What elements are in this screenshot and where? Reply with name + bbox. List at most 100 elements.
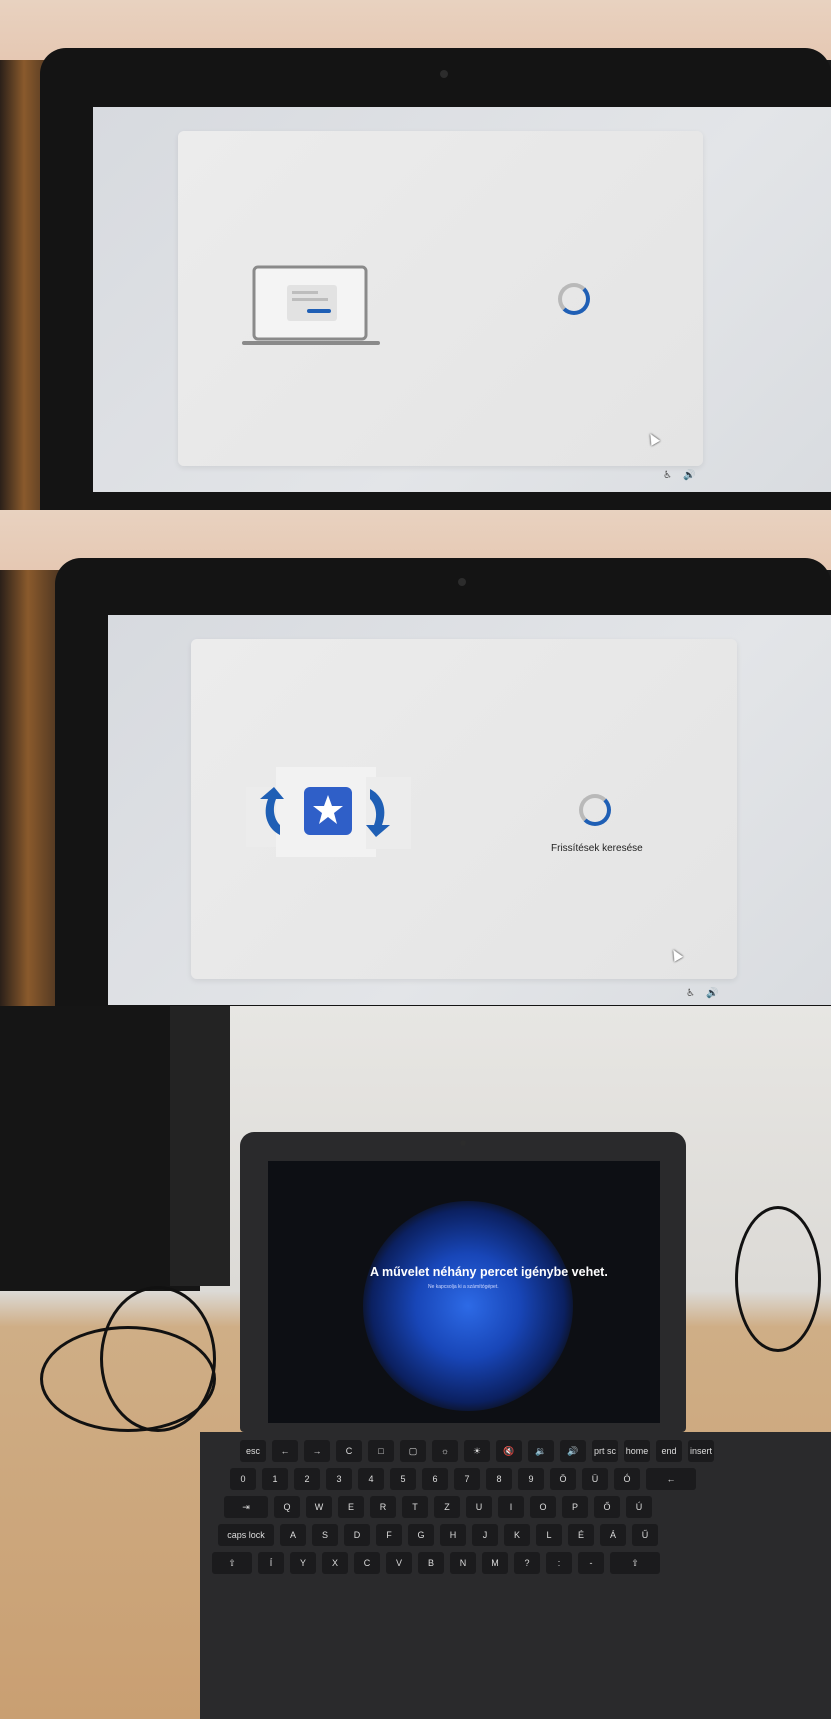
progress-message: A művelet néhány percet igénybe vehet.: [370, 1265, 608, 1279]
loading-spinner: [579, 794, 611, 826]
laptop-screen: A művelet néhány percet igénybe vehet. N…: [268, 1161, 660, 1423]
update-icon: [246, 767, 411, 857]
key[interactable]: Ó: [614, 1468, 640, 1490]
photo-panel-checking-updates: Frissítések keresése ♿ 🔊: [0, 510, 831, 1006]
key[interactable]: F: [376, 1524, 402, 1546]
laptop-icon: [242, 265, 380, 345]
key[interactable]: V: [386, 1552, 412, 1574]
blue-glow: [363, 1201, 573, 1411]
key[interactable]: 7: [454, 1468, 480, 1490]
key[interactable]: 1: [262, 1468, 288, 1490]
key[interactable]: 8: [486, 1468, 512, 1490]
key[interactable]: ⇥: [224, 1496, 268, 1518]
key[interactable]: Ú: [626, 1496, 652, 1518]
key[interactable]: ⇧: [610, 1552, 660, 1574]
loading-spinner: [558, 283, 590, 315]
key[interactable]: Ü: [582, 1468, 608, 1490]
webcam: [460, 1140, 466, 1146]
key[interactable]: insert: [688, 1440, 714, 1462]
key[interactable]: :: [546, 1552, 572, 1574]
key[interactable]: A: [280, 1524, 306, 1546]
key[interactable]: P: [562, 1496, 588, 1518]
photo-panel-setup-loading: ♿ 🔊: [0, 0, 831, 510]
key[interactable]: home: [624, 1440, 650, 1462]
key[interactable]: 6: [422, 1468, 448, 1490]
key[interactable]: Ő: [594, 1496, 620, 1518]
key[interactable]: end: [656, 1440, 682, 1462]
key-row: 0 1 2 3 4 5 6 7 8 9 Ö Ü Ó ←: [230, 1468, 696, 1490]
key[interactable]: C: [336, 1440, 362, 1462]
key[interactable]: 🔊: [560, 1440, 586, 1462]
key[interactable]: G: [408, 1524, 434, 1546]
key[interactable]: É: [568, 1524, 594, 1546]
key[interactable]: M: [482, 1552, 508, 1574]
key[interactable]: 🔇: [496, 1440, 522, 1462]
key[interactable]: I: [498, 1496, 524, 1518]
photo-panel-laptop-desk: A művelet néhány percet igénybe vehet. N…: [0, 1006, 831, 1719]
key[interactable]: ▢: [400, 1440, 426, 1462]
key[interactable]: esc: [240, 1440, 266, 1462]
laptop-keyboard: esc ← → C □ ▢ ☼ ☀ 🔇 🔉 🔊 prt sc home end …: [200, 1432, 831, 1719]
key[interactable]: J: [472, 1524, 498, 1546]
key[interactable]: H: [440, 1524, 466, 1546]
mouse-cursor: [645, 431, 661, 446]
key[interactable]: W: [306, 1496, 332, 1518]
key[interactable]: Ű: [632, 1524, 658, 1546]
key[interactable]: 9: [518, 1468, 544, 1490]
key[interactable]: Y: [290, 1552, 316, 1574]
cable: [735, 1206, 821, 1352]
key[interactable]: K: [504, 1524, 530, 1546]
key[interactable]: L: [536, 1524, 562, 1546]
key[interactable]: 3: [326, 1468, 352, 1490]
key-row: ⇧ Í Y X C V B N M ? : - ⇧: [212, 1552, 660, 1574]
key[interactable]: □: [368, 1440, 394, 1462]
key[interactable]: Í: [258, 1552, 284, 1574]
accessibility-icon[interactable]: ♿: [663, 470, 672, 481]
key[interactable]: ☼: [432, 1440, 458, 1462]
key[interactable]: 🔉: [528, 1440, 554, 1462]
volume-icon[interactable]: 🔊: [683, 470, 695, 481]
key[interactable]: O: [530, 1496, 556, 1518]
key[interactable]: prt sc: [592, 1440, 618, 1462]
key[interactable]: 0: [230, 1468, 256, 1490]
key[interactable]: U: [466, 1496, 492, 1518]
key[interactable]: S: [312, 1524, 338, 1546]
key[interactable]: ☀: [464, 1440, 490, 1462]
key[interactable]: X: [322, 1552, 348, 1574]
webcam: [458, 578, 466, 586]
key[interactable]: D: [344, 1524, 370, 1546]
key[interactable]: →: [304, 1440, 330, 1462]
key[interactable]: Á: [600, 1524, 626, 1546]
webcam: [440, 70, 448, 78]
status-text: Frissítések keresése: [551, 843, 643, 854]
key[interactable]: 2: [294, 1468, 320, 1490]
key[interactable]: -: [578, 1552, 604, 1574]
key-row: caps lock A S D F G H J K L É Á Ű: [218, 1524, 658, 1546]
key[interactable]: ←: [272, 1440, 298, 1462]
key[interactable]: Ö: [550, 1468, 576, 1490]
key[interactable]: E: [338, 1496, 364, 1518]
progress-submessage: Ne kapcsolja ki a számítógépet.: [428, 1284, 499, 1290]
key[interactable]: N: [450, 1552, 476, 1574]
volume-icon[interactable]: 🔊: [706, 988, 718, 999]
key[interactable]: B: [418, 1552, 444, 1574]
key[interactable]: R: [370, 1496, 396, 1518]
key[interactable]: Z: [434, 1496, 460, 1518]
monitor-screen: ♿ 🔊: [93, 107, 831, 492]
key[interactable]: T: [402, 1496, 428, 1518]
key[interactable]: ?: [514, 1552, 540, 1574]
key[interactable]: ⇧: [212, 1552, 252, 1574]
key[interactable]: 4: [358, 1468, 384, 1490]
cable: [40, 1326, 216, 1432]
key[interactable]: ←: [646, 1468, 696, 1490]
key-row: ⇥ Q W E R T Z U I O P Ő Ú: [224, 1496, 652, 1518]
key[interactable]: C: [354, 1552, 380, 1574]
mouse-cursor: [668, 947, 684, 962]
oobe-card: Frissítések keresése: [191, 639, 737, 979]
key[interactable]: 5: [390, 1468, 416, 1490]
key-row: esc ← → C □ ▢ ☼ ☀ 🔇 🔉 🔊 prt sc home end …: [240, 1440, 714, 1462]
accessibility-icon[interactable]: ♿: [686, 988, 695, 999]
oobe-card: [178, 131, 703, 466]
key[interactable]: Q: [274, 1496, 300, 1518]
key[interactable]: caps lock: [218, 1524, 274, 1546]
